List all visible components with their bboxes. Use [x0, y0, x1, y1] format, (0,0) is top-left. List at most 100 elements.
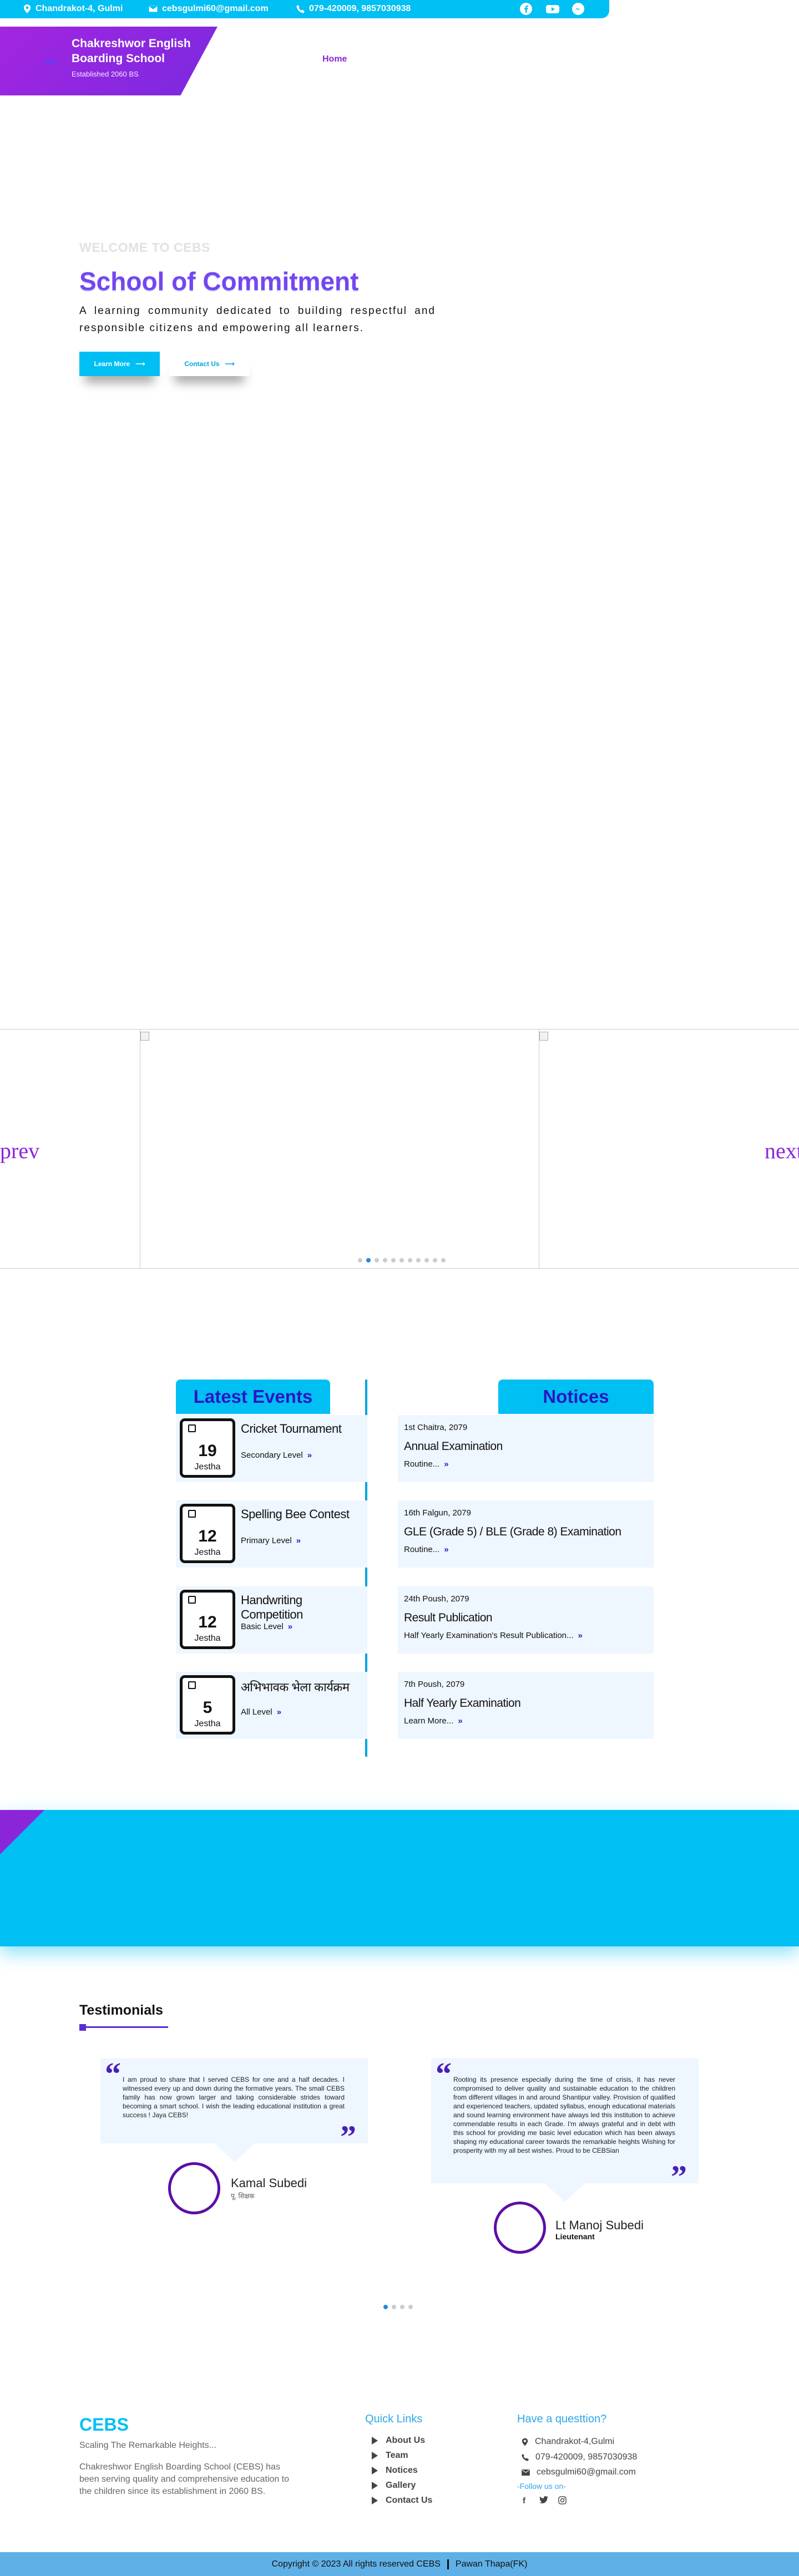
carousel-dot[interactable]	[375, 1258, 379, 1262]
email-text[interactable]: cebsgulmi60@gmail.com	[162, 4, 269, 14]
notice-more-text[interactable]: Half Yearly Examination's Result Publica…	[404, 1631, 574, 1640]
event-date-box: 5 Jestha	[180, 1675, 235, 1735]
notice-card[interactable]: 16th Falgun, 2079 GLE (Grade 5) / BLE (Gr…	[398, 1500, 654, 1568]
quick-link-item[interactable]: Notices	[372, 2466, 418, 2476]
instagram-icon[interactable]	[558, 2496, 567, 2507]
quick-link-label[interactable]: Contact Us	[386, 2496, 432, 2506]
top-bar: Chandrakot-4, Gulmi cebsgulmi60@gmail.co…	[0, 0, 609, 18]
testimonial-dot[interactable]	[408, 2305, 413, 2309]
quick-link-item[interactable]: About Us	[372, 2436, 425, 2446]
notice-more[interactable]: Routine... »	[404, 1545, 449, 1554]
event-card[interactable]: 12 Jestha Spelling Bee Contest Primary Leve…	[176, 1500, 367, 1568]
event-title[interactable]: Handwriting Competition	[241, 1593, 367, 1622]
facebook-icon[interactable]	[519, 2, 533, 16]
footer-phone[interactable]: 079-420009, 9857030938	[522, 2452, 637, 2462]
contact-us-button[interactable]: Contact Us ⟶	[169, 352, 250, 376]
brand-banner[interactable]: logo Chakreshwor English Boarding School…	[0, 27, 218, 95]
footer-phone-text[interactable]: 079-420009, 9857030938	[535, 2452, 637, 2462]
phone-info[interactable]: 079-420009, 9857030938	[296, 4, 411, 14]
testimonial-dot[interactable]	[392, 2305, 396, 2309]
carousel-dot[interactable]	[424, 1258, 429, 1262]
notice-more[interactable]: Learn More... »	[404, 1716, 463, 1726]
event-level: All Level »	[241, 1707, 281, 1717]
carousel-dot[interactable]	[391, 1258, 396, 1262]
double-chevron-right-icon[interactable]: »	[578, 1631, 583, 1640]
nav-home-link[interactable]: Home	[322, 54, 347, 64]
notice-card[interactable]: 7th Poush, 2079 Half Yearly Examination Le…	[398, 1672, 654, 1739]
testimonial-dot[interactable]	[400, 2305, 404, 2309]
notice-more-text[interactable]: Learn More...	[404, 1716, 453, 1726]
double-chevron-right-icon[interactable]: »	[277, 1707, 281, 1717]
notice-title[interactable]: Half Yearly Examination	[404, 1697, 521, 1710]
broken-image-icon	[140, 1032, 149, 1041]
carousel-dot[interactable]	[400, 1258, 404, 1262]
quote-open-icon: “	[105, 2056, 121, 2092]
contact-heading: Have a questtion?	[517, 2413, 607, 2425]
copyright-separator	[447, 2559, 449, 2569]
carousel-dot[interactable]	[358, 1258, 362, 1262]
quote-open-icon: “	[436, 2056, 452, 2092]
quick-link-label[interactable]: Team	[386, 2451, 408, 2461]
calendar-icon	[188, 1510, 196, 1518]
notice-card[interactable]: 1st Chaitra, 2079 Annual Examination Routi…	[398, 1415, 654, 1482]
notice-title[interactable]: Result Publication	[404, 1611, 493, 1625]
notices-heading: Notices	[498, 1380, 654, 1414]
address-info: Chandrakot-4, Gulmi	[23, 4, 123, 14]
youtube-icon[interactable]	[545, 2, 559, 16]
carousel-dot[interactable]	[408, 1258, 412, 1262]
banner-corner-decoration	[0, 1810, 44, 1854]
notice-more[interactable]: Routine... »	[404, 1459, 449, 1469]
quick-link-label[interactable]: Notices	[386, 2466, 418, 2476]
calendar-icon	[188, 1681, 196, 1689]
double-chevron-right-icon[interactable]: »	[288, 1622, 292, 1631]
quick-link-item[interactable]: Gallery	[372, 2481, 416, 2491]
broken-image-icon	[539, 1032, 548, 1041]
avatar	[494, 2202, 546, 2254]
event-level: Basic Level »	[241, 1622, 292, 1631]
notice-more-text[interactable]: Routine...	[404, 1545, 439, 1554]
messenger-icon[interactable]	[572, 2, 585, 16]
testimonials-heading: Testimonials	[79, 2002, 163, 2018]
carousel-prev-button[interactable]: prev	[0, 1138, 39, 1164]
carousel-dot[interactable]	[433, 1258, 437, 1262]
carousel-dot[interactable]	[366, 1258, 371, 1262]
double-chevron-right-icon[interactable]: »	[444, 1545, 448, 1554]
twitter-icon[interactable]	[539, 2496, 548, 2506]
double-chevron-right-icon[interactable]: »	[296, 1536, 301, 1545]
phone-text[interactable]: 079-420009, 9857030938	[309, 4, 411, 14]
notice-title[interactable]: Annual Examination	[404, 1440, 503, 1453]
school-logo[interactable]: logo	[44, 58, 57, 65]
event-title[interactable]: अभिभावक भेला कार्यक्रम	[241, 1679, 350, 1695]
event-title[interactable]: Cricket Tournament	[241, 1422, 342, 1436]
notice-more-text[interactable]: Routine...	[404, 1459, 439, 1469]
carousel-next-button[interactable]: next	[765, 1138, 799, 1164]
carousel-dot[interactable]	[416, 1258, 421, 1262]
double-chevron-right-icon[interactable]: »	[458, 1716, 462, 1726]
quick-link-label[interactable]: Gallery	[386, 2481, 416, 2491]
carousel-dot[interactable]	[441, 1258, 446, 1262]
facebook-icon[interactable]: f	[523, 2496, 525, 2506]
avatar	[168, 2162, 220, 2214]
event-level: Primary Level »	[241, 1536, 301, 1545]
event-card[interactable]: 12 Jestha Handwriting Competition Basic Lev…	[176, 1586, 367, 1654]
email-info[interactable]: cebsgulmi60@gmail.com	[149, 4, 269, 14]
footer-email[interactable]: cebsgulmi60@gmail.com	[522, 2467, 636, 2477]
notice-more[interactable]: Half Yearly Examination's Result Publica…	[404, 1631, 583, 1640]
double-chevron-right-icon[interactable]: »	[444, 1459, 448, 1469]
author-credit[interactable]: Pawan Thapa(FK)	[456, 2559, 528, 2569]
double-chevron-right-icon[interactable]: »	[307, 1451, 312, 1460]
testimonial-name: Lt Manoj Subedi	[555, 2218, 644, 2232]
event-card[interactable]: 19 Jestha Cricket Tournament Secondary Leve…	[176, 1415, 367, 1482]
quick-link-item[interactable]: Team	[372, 2451, 408, 2461]
carousel-dot[interactable]	[383, 1258, 387, 1262]
footer-email-text[interactable]: cebsgulmi60@gmail.com	[537, 2467, 636, 2477]
notice-title[interactable]: GLE (Grade 5) / BLE (Grade 8) Examinatio…	[404, 1525, 621, 1539]
event-card[interactable]: 5 Jestha अभिभावक भेला कार्यक्रम All Level »	[176, 1672, 367, 1739]
notice-card[interactable]: 24th Poush, 2079 Result Publication Half Y…	[398, 1586, 654, 1654]
learn-more-button[interactable]: Learn More ⟶	[79, 352, 160, 376]
quick-link-label[interactable]: About Us	[386, 2436, 425, 2446]
event-title[interactable]: Spelling Bee Contest	[241, 1507, 350, 1522]
testimonial-dot[interactable]	[383, 2305, 388, 2309]
promo-banner	[0, 1810, 799, 1946]
quick-link-item[interactable]: Contact Us	[372, 2496, 432, 2506]
